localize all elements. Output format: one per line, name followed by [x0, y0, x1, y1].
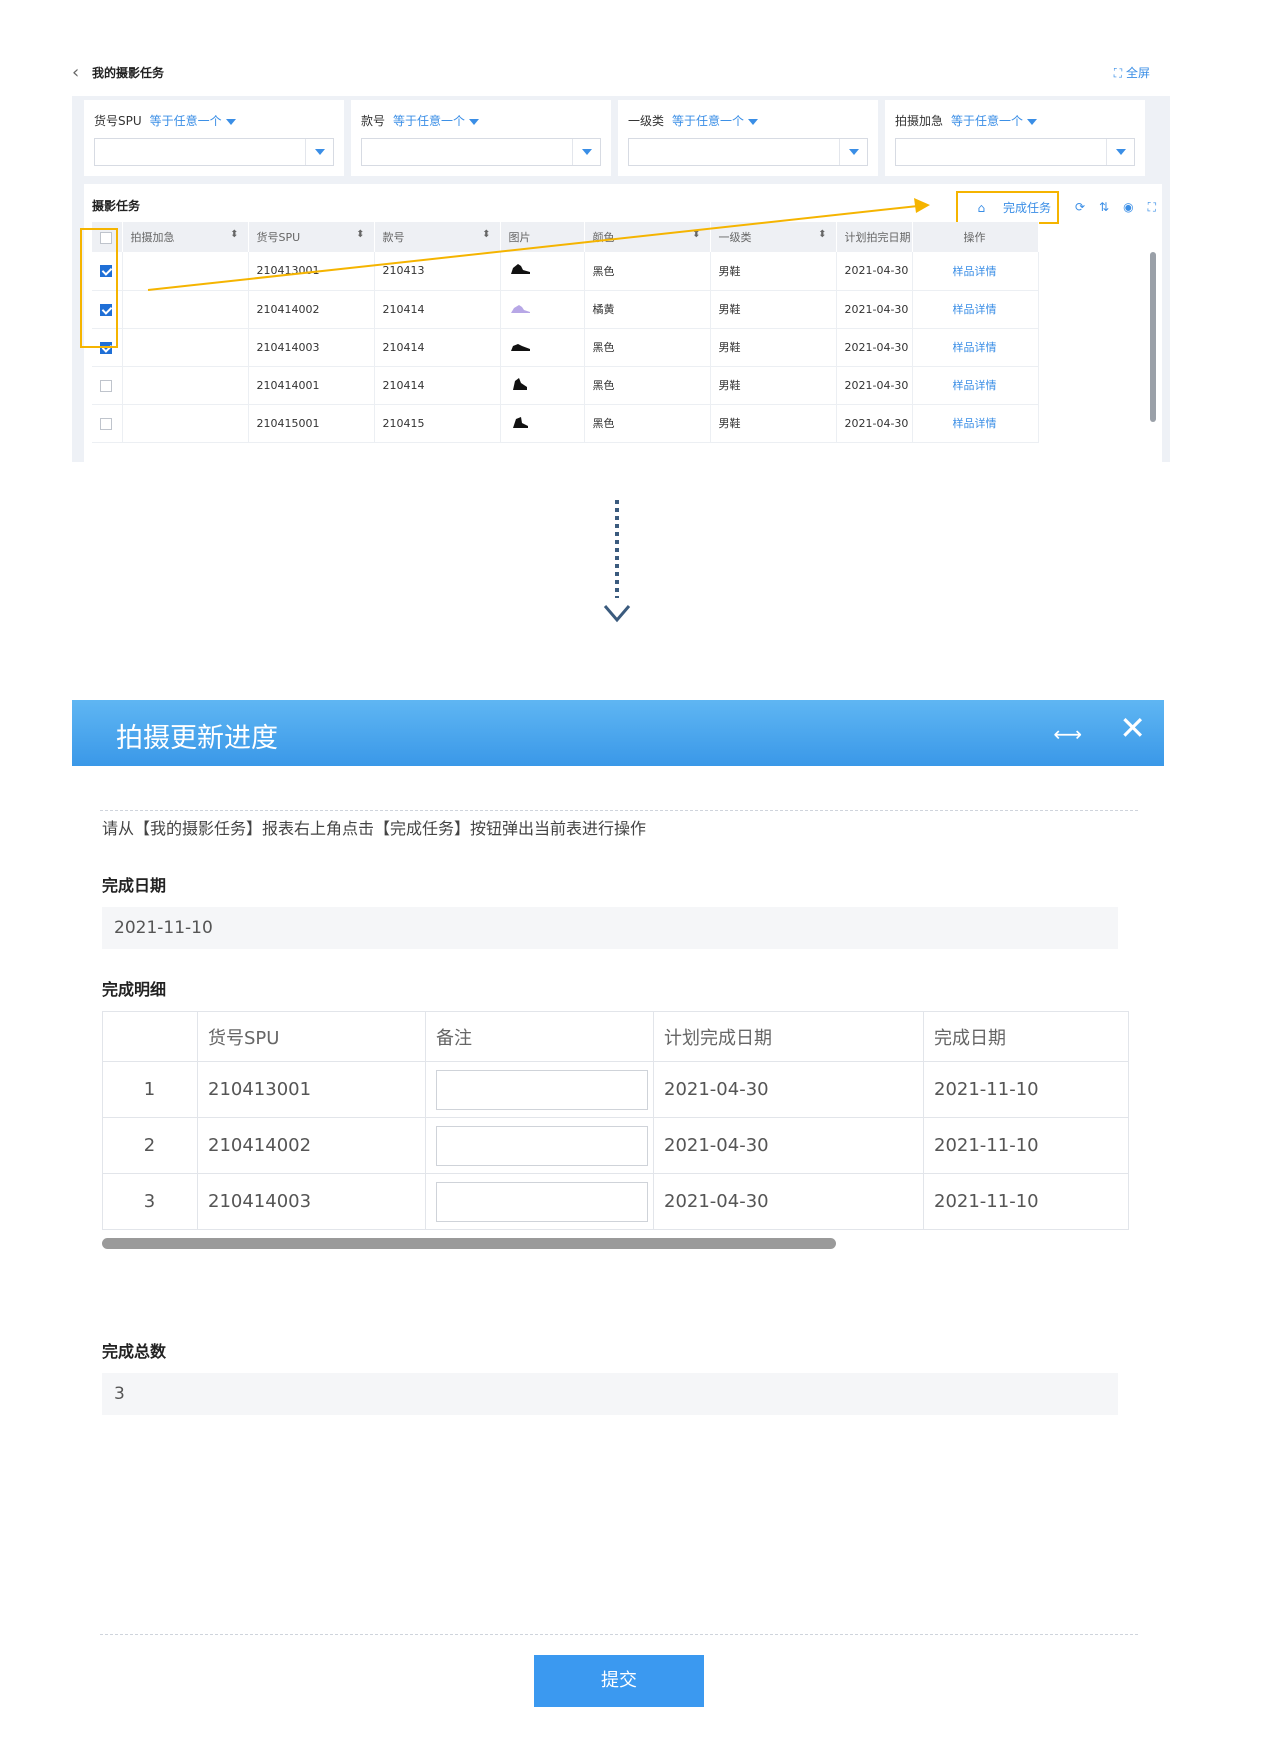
flow-down-arrow	[603, 500, 631, 623]
cell-done-date: 2021-11-10	[923, 1117, 1129, 1174]
cell-note	[425, 1117, 654, 1174]
divider	[100, 1634, 1138, 1635]
divider	[100, 810, 1138, 811]
table-row: 3 210414003 2021-04-30 2021-11-10	[102, 1173, 1129, 1230]
detail-col-note: 备注	[425, 1011, 654, 1062]
cell-plan-date: 2021-04-30	[653, 1173, 924, 1230]
modal-header: 拍摄更新进度 ⟷ ✕	[72, 700, 1164, 766]
detail-horizontal-scrollbar[interactable]	[102, 1238, 836, 1249]
done-date-label: 完成日期	[102, 876, 167, 895]
note-input[interactable]	[436, 1069, 648, 1110]
detail-col-done-date: 完成日期	[923, 1011, 1129, 1062]
row-index: 2	[102, 1117, 198, 1174]
detail-col-plan-date: 计划完成日期	[653, 1011, 924, 1062]
table-row: 1 210413001 2021-04-30 2021-11-10	[102, 1061, 1129, 1118]
cell-plan-date: 2021-04-30	[653, 1117, 924, 1174]
expand-icon[interactable]: ⟷	[1053, 722, 1082, 746]
row-index: 1	[102, 1061, 198, 1118]
table-row: 2 210414002 2021-04-30 2021-11-10	[102, 1117, 1129, 1174]
close-icon[interactable]: ✕	[1119, 712, 1146, 744]
update-progress-modal: 拍摄更新进度 ⟷ ✕ 请从【我的摄影任务】报表右上角点击【完成任务】按钮弹出当前…	[72, 700, 1164, 1756]
cell-note	[425, 1061, 654, 1118]
detail-col-index	[102, 1011, 198, 1062]
cell-spu: 210413001	[197, 1061, 426, 1118]
detail-header-row: 货号SPU 备注 计划完成日期 完成日期	[102, 1011, 1129, 1062]
cell-spu: 210414002	[197, 1117, 426, 1174]
detail-col-spu: 货号SPU	[197, 1011, 426, 1062]
note-input[interactable]	[436, 1125, 648, 1166]
modal-title: 拍摄更新进度	[116, 723, 278, 754]
submit-button[interactable]: 提交	[534, 1655, 704, 1707]
row-index: 3	[102, 1173, 198, 1230]
detail-table: 货号SPU 备注 计划完成日期 完成日期 1 210413001 2021-04…	[102, 1011, 1129, 1230]
modal-hint: 请从【我的摄影任务】报表右上角点击【完成任务】按钮弹出当前表进行操作	[102, 819, 647, 838]
cell-spu: 210414003	[197, 1173, 426, 1230]
cell-note	[425, 1173, 654, 1230]
total-field[interactable]: 3	[102, 1373, 1118, 1415]
cell-done-date: 2021-11-10	[923, 1173, 1129, 1230]
note-input[interactable]	[436, 1181, 648, 1222]
done-date-field[interactable]: 2021-11-10	[102, 907, 1118, 949]
annotation-arrow	[147, 198, 930, 291]
total-label: 完成总数	[102, 1342, 167, 1361]
detail-label: 完成明细	[102, 980, 167, 999]
cell-plan-date: 2021-04-30	[653, 1061, 924, 1118]
cell-done-date: 2021-11-10	[923, 1061, 1129, 1118]
